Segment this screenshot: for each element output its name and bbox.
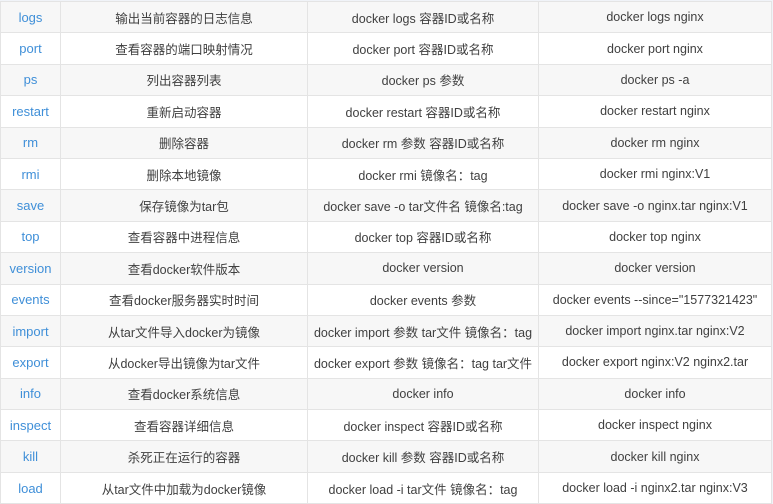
example-cell: docker kill nginx	[538, 440, 772, 473]
syntax-cell: docker events 参数	[307, 283, 539, 316]
table-row: top 查看容器中进程信息 docker top 容器ID或名称 docker top…	[0, 220, 772, 254]
table-row: inspect 查看容器详细信息 docker inspect 容器ID或名称 doc…	[0, 409, 772, 442]
command-link[interactable]: events	[0, 283, 61, 316]
example-cell: docker rm nginx	[538, 126, 772, 159]
description-cell: 输出当前容器的日志信息	[60, 0, 308, 34]
description-cell: 查看docker服务器实时时间	[60, 283, 308, 316]
syntax-cell: docker rm 参数 容器ID或名称	[307, 126, 539, 159]
table-row: info 查看docker系统信息 docker info docker info	[0, 377, 772, 411]
example-cell: docker restart nginx	[538, 95, 772, 128]
syntax-cell: docker version	[307, 252, 539, 285]
description-cell: 列出容器列表	[60, 63, 308, 97]
command-link[interactable]: logs	[0, 0, 61, 34]
example-cell: docker version	[538, 252, 772, 285]
syntax-cell: docker ps 参数	[307, 63, 539, 97]
syntax-cell: docker import 参数 tar文件 镜像名：tag	[307, 314, 539, 348]
syntax-cell: docker rmi 镜像名：tag	[307, 157, 539, 191]
example-cell: docker rmi nginx:V1	[538, 157, 772, 191]
example-cell: docker export nginx:V2 nginx2.tar	[538, 346, 772, 379]
command-link[interactable]: kill	[0, 440, 61, 473]
command-link[interactable]: import	[0, 314, 61, 348]
table-body: logs 输出当前容器的日志信息 docker logs 容器ID或名称 docker…	[0, 0, 772, 504]
example-cell: docker logs nginx	[538, 0, 772, 34]
table-row: logs 输出当前容器的日志信息 docker logs 容器ID或名称 docker…	[0, 0, 772, 34]
table-row: ps 列出容器列表 docker ps 参数 docker ps -a	[0, 63, 772, 97]
syntax-cell: docker kill 参数 容器ID或名称	[307, 440, 539, 473]
command-link[interactable]: version	[0, 252, 61, 285]
command-link[interactable]: rm	[0, 126, 61, 159]
description-cell: 删除容器	[60, 126, 308, 159]
description-cell: 查看容器中进程信息	[60, 220, 308, 254]
description-cell: 查看容器详细信息	[60, 409, 308, 442]
example-cell: docker import nginx.tar nginx:V2	[538, 314, 772, 348]
example-cell: docker info	[538, 377, 772, 411]
table-row: version 查看docker软件版本 docker version docker …	[0, 252, 772, 285]
description-cell: 重新启动容器	[60, 95, 308, 128]
command-link[interactable]: restart	[0, 95, 61, 128]
example-cell: docker ps -a	[538, 63, 772, 97]
table-row: events 查看docker服务器实时时间 docker events 参数 doc…	[0, 283, 772, 316]
syntax-cell: docker load -i tar文件 镜像名：tag	[307, 471, 539, 504]
command-link[interactable]: ps	[0, 63, 61, 97]
table-row: export 从docker导出镜像为tar文件 docker export 参数 …	[0, 346, 772, 379]
syntax-cell: docker export 参数 镜像名：tag tar文件	[307, 346, 539, 379]
description-cell: 杀死正在运行的容器	[60, 440, 308, 473]
table-row: port 查看容器的端口映射情况 docker port 容器ID或名称 docker…	[0, 32, 772, 65]
syntax-cell: docker info	[307, 377, 539, 411]
example-cell: docker top nginx	[538, 220, 772, 254]
table-row: kill 杀死正在运行的容器 docker kill 参数 容器ID或名称 docke…	[0, 440, 772, 473]
description-cell: 查看docker软件版本	[60, 252, 308, 285]
syntax-cell: docker logs 容器ID或名称	[307, 0, 539, 34]
example-cell: docker port nginx	[538, 32, 772, 65]
syntax-cell: docker top 容器ID或名称	[307, 220, 539, 254]
syntax-cell: docker save -o tar文件名 镜像名:tag	[307, 189, 539, 222]
command-link[interactable]: save	[0, 189, 61, 222]
table-row: load 从tar文件中加载为docker镜像 docker load -i tar…	[0, 471, 772, 504]
description-cell: 从docker导出镜像为tar文件	[60, 346, 308, 379]
command-link[interactable]: top	[0, 220, 61, 254]
example-cell: docker save -o nginx.tar nginx:V1	[538, 189, 772, 222]
syntax-cell: docker restart 容器ID或名称	[307, 95, 539, 128]
command-link[interactable]: inspect	[0, 409, 61, 442]
table-row: import 从tar文件导入docker为镜像 docker import 参数 …	[0, 314, 772, 348]
syntax-cell: docker port 容器ID或名称	[307, 32, 539, 65]
example-cell: docker load -i nginx2.tar nginx:V3	[538, 471, 772, 504]
description-cell: 保存镜像为tar包	[60, 189, 308, 222]
command-link[interactable]: export	[0, 346, 61, 379]
example-cell: docker events --since="1577321423"	[538, 283, 772, 316]
syntax-cell: docker inspect 容器ID或名称	[307, 409, 539, 442]
command-link[interactable]: rmi	[0, 157, 61, 191]
docker-commands-table: logs 输出当前容器的日志信息 docker logs 容器ID或名称 docker…	[0, 0, 772, 504]
description-cell: 删除本地镜像	[60, 157, 308, 191]
table-row: rm 删除容器 docker rm 参数 容器ID或名称 docker rm ngin…	[0, 126, 772, 159]
command-link[interactable]: port	[0, 32, 61, 65]
table-row: restart 重新启动容器 docker restart 容器ID或名称 docke…	[0, 95, 772, 128]
description-cell: 查看docker系统信息	[60, 377, 308, 411]
command-link[interactable]: load	[0, 471, 61, 504]
table-row: save 保存镜像为tar包 docker save -o tar文件名 镜像名:t…	[0, 189, 772, 222]
command-link[interactable]: info	[0, 377, 61, 411]
table-row: rmi 删除本地镜像 docker rmi 镜像名：tag docker rmi ng…	[0, 157, 772, 191]
example-cell: docker inspect nginx	[538, 409, 772, 442]
description-cell: 查看容器的端口映射情况	[60, 32, 308, 65]
description-cell: 从tar文件中加载为docker镜像	[60, 471, 308, 504]
description-cell: 从tar文件导入docker为镜像	[60, 314, 308, 348]
